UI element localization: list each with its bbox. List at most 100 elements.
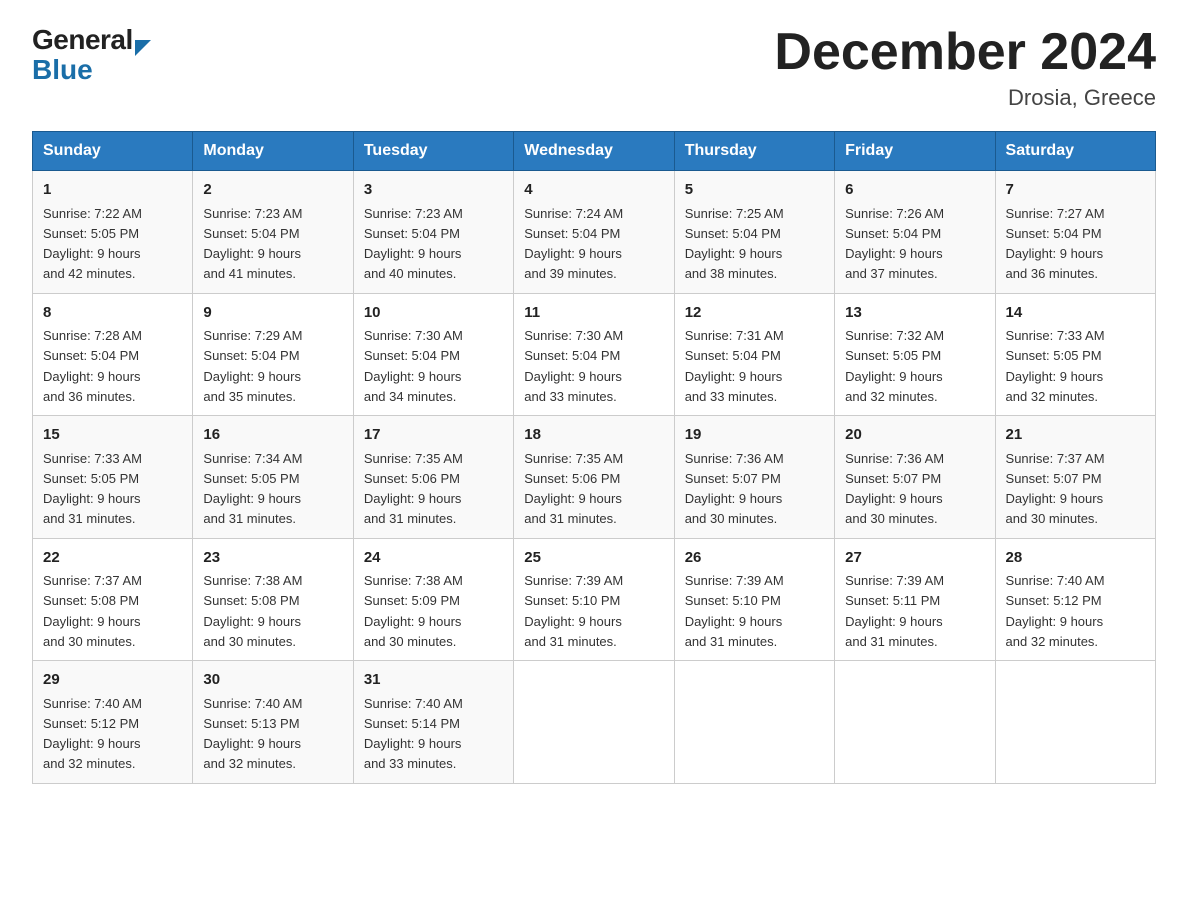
table-row: 15 Sunrise: 7:33 AMSunset: 5:05 PMDaylig… — [33, 416, 193, 539]
day-info: Sunrise: 7:29 AMSunset: 5:04 PMDaylight:… — [203, 328, 302, 404]
day-info: Sunrise: 7:23 AMSunset: 5:04 PMDaylight:… — [364, 206, 463, 282]
day-info: Sunrise: 7:37 AMSunset: 5:07 PMDaylight:… — [1006, 451, 1105, 527]
table-row: 21 Sunrise: 7:37 AMSunset: 5:07 PMDaylig… — [995, 416, 1155, 539]
table-row — [835, 661, 995, 784]
title-block: December 2024 Drosia, Greece — [774, 24, 1156, 111]
table-row: 27 Sunrise: 7:39 AMSunset: 5:11 PMDaylig… — [835, 538, 995, 661]
day-info: Sunrise: 7:26 AMSunset: 5:04 PMDaylight:… — [845, 206, 944, 282]
day-number: 24 — [364, 547, 503, 570]
day-number: 27 — [845, 547, 984, 570]
col-friday: Friday — [835, 132, 995, 171]
col-tuesday: Tuesday — [353, 132, 513, 171]
table-row: 4 Sunrise: 7:24 AMSunset: 5:04 PMDayligh… — [514, 171, 674, 294]
day-info: Sunrise: 7:30 AMSunset: 5:04 PMDaylight:… — [524, 328, 623, 404]
table-row: 8 Sunrise: 7:28 AMSunset: 5:04 PMDayligh… — [33, 293, 193, 416]
day-info: Sunrise: 7:36 AMSunset: 5:07 PMDaylight:… — [685, 451, 784, 527]
table-row: 20 Sunrise: 7:36 AMSunset: 5:07 PMDaylig… — [835, 416, 995, 539]
col-wednesday: Wednesday — [514, 132, 674, 171]
day-info: Sunrise: 7:35 AMSunset: 5:06 PMDaylight:… — [364, 451, 463, 527]
day-number: 28 — [1006, 547, 1145, 570]
day-number: 4 — [524, 179, 663, 202]
day-info: Sunrise: 7:31 AMSunset: 5:04 PMDaylight:… — [685, 328, 784, 404]
day-info: Sunrise: 7:23 AMSunset: 5:04 PMDaylight:… — [203, 206, 302, 282]
day-number: 5 — [685, 179, 824, 202]
day-number: 20 — [845, 424, 984, 447]
table-row: 26 Sunrise: 7:39 AMSunset: 5:10 PMDaylig… — [674, 538, 834, 661]
table-row: 23 Sunrise: 7:38 AMSunset: 5:08 PMDaylig… — [193, 538, 353, 661]
day-info: Sunrise: 7:30 AMSunset: 5:04 PMDaylight:… — [364, 328, 463, 404]
day-number: 7 — [1006, 179, 1145, 202]
table-row: 6 Sunrise: 7:26 AMSunset: 5:04 PMDayligh… — [835, 171, 995, 294]
table-row: 13 Sunrise: 7:32 AMSunset: 5:05 PMDaylig… — [835, 293, 995, 416]
calendar-table: Sunday Monday Tuesday Wednesday Thursday… — [32, 131, 1156, 784]
day-info: Sunrise: 7:39 AMSunset: 5:10 PMDaylight:… — [685, 573, 784, 649]
table-row: 18 Sunrise: 7:35 AMSunset: 5:06 PMDaylig… — [514, 416, 674, 539]
day-number: 6 — [845, 179, 984, 202]
day-number: 2 — [203, 179, 342, 202]
table-row: 31 Sunrise: 7:40 AMSunset: 5:14 PMDaylig… — [353, 661, 513, 784]
table-row: 30 Sunrise: 7:40 AMSunset: 5:13 PMDaylig… — [193, 661, 353, 784]
calendar-week-row: 8 Sunrise: 7:28 AMSunset: 5:04 PMDayligh… — [33, 293, 1156, 416]
table-row: 3 Sunrise: 7:23 AMSunset: 5:04 PMDayligh… — [353, 171, 513, 294]
day-info: Sunrise: 7:22 AMSunset: 5:05 PMDaylight:… — [43, 206, 142, 282]
table-row: 19 Sunrise: 7:36 AMSunset: 5:07 PMDaylig… — [674, 416, 834, 539]
table-row: 29 Sunrise: 7:40 AMSunset: 5:12 PMDaylig… — [33, 661, 193, 784]
table-row — [995, 661, 1155, 784]
day-number: 12 — [685, 302, 824, 325]
day-number: 17 — [364, 424, 503, 447]
day-info: Sunrise: 7:40 AMSunset: 5:12 PMDaylight:… — [1006, 573, 1105, 649]
table-row — [674, 661, 834, 784]
day-number: 18 — [524, 424, 663, 447]
col-thursday: Thursday — [674, 132, 834, 171]
day-number: 16 — [203, 424, 342, 447]
day-info: Sunrise: 7:37 AMSunset: 5:08 PMDaylight:… — [43, 573, 142, 649]
table-row: 1 Sunrise: 7:22 AMSunset: 5:05 PMDayligh… — [33, 171, 193, 294]
day-info: Sunrise: 7:34 AMSunset: 5:05 PMDaylight:… — [203, 451, 302, 527]
day-number: 25 — [524, 547, 663, 570]
day-number: 1 — [43, 179, 182, 202]
logo-blue-text: Blue — [32, 54, 93, 85]
table-row: 5 Sunrise: 7:25 AMSunset: 5:04 PMDayligh… — [674, 171, 834, 294]
day-number: 15 — [43, 424, 182, 447]
day-number: 13 — [845, 302, 984, 325]
day-number: 8 — [43, 302, 182, 325]
day-info: Sunrise: 7:40 AMSunset: 5:14 PMDaylight:… — [364, 696, 463, 772]
table-row: 17 Sunrise: 7:35 AMSunset: 5:06 PMDaylig… — [353, 416, 513, 539]
page-title: December 2024 — [774, 24, 1156, 81]
calendar-week-row: 29 Sunrise: 7:40 AMSunset: 5:12 PMDaylig… — [33, 661, 1156, 784]
day-number: 29 — [43, 669, 182, 692]
page-location: Drosia, Greece — [774, 85, 1156, 111]
calendar-week-row: 15 Sunrise: 7:33 AMSunset: 5:05 PMDaylig… — [33, 416, 1156, 539]
day-info: Sunrise: 7:39 AMSunset: 5:10 PMDaylight:… — [524, 573, 623, 649]
table-row — [514, 661, 674, 784]
day-number: 23 — [203, 547, 342, 570]
day-number: 22 — [43, 547, 182, 570]
day-number: 31 — [364, 669, 503, 692]
day-number: 26 — [685, 547, 824, 570]
calendar-week-row: 22 Sunrise: 7:37 AMSunset: 5:08 PMDaylig… — [33, 538, 1156, 661]
day-info: Sunrise: 7:28 AMSunset: 5:04 PMDaylight:… — [43, 328, 142, 404]
table-row: 28 Sunrise: 7:40 AMSunset: 5:12 PMDaylig… — [995, 538, 1155, 661]
day-info: Sunrise: 7:33 AMSunset: 5:05 PMDaylight:… — [1006, 328, 1105, 404]
table-row: 12 Sunrise: 7:31 AMSunset: 5:04 PMDaylig… — [674, 293, 834, 416]
col-monday: Monday — [193, 132, 353, 171]
calendar-header-row: Sunday Monday Tuesday Wednesday Thursday… — [33, 132, 1156, 171]
logo-general-text: General — [32, 24, 133, 56]
day-number: 11 — [524, 302, 663, 325]
day-number: 19 — [685, 424, 824, 447]
table-row: 9 Sunrise: 7:29 AMSunset: 5:04 PMDayligh… — [193, 293, 353, 416]
table-row: 14 Sunrise: 7:33 AMSunset: 5:05 PMDaylig… — [995, 293, 1155, 416]
day-info: Sunrise: 7:35 AMSunset: 5:06 PMDaylight:… — [524, 451, 623, 527]
day-info: Sunrise: 7:38 AMSunset: 5:09 PMDaylight:… — [364, 573, 463, 649]
day-number: 10 — [364, 302, 503, 325]
table-row: 2 Sunrise: 7:23 AMSunset: 5:04 PMDayligh… — [193, 171, 353, 294]
day-number: 21 — [1006, 424, 1145, 447]
day-info: Sunrise: 7:38 AMSunset: 5:08 PMDaylight:… — [203, 573, 302, 649]
day-info: Sunrise: 7:24 AMSunset: 5:04 PMDaylight:… — [524, 206, 623, 282]
table-row: 24 Sunrise: 7:38 AMSunset: 5:09 PMDaylig… — [353, 538, 513, 661]
table-row: 16 Sunrise: 7:34 AMSunset: 5:05 PMDaylig… — [193, 416, 353, 539]
table-row: 25 Sunrise: 7:39 AMSunset: 5:10 PMDaylig… — [514, 538, 674, 661]
day-number: 14 — [1006, 302, 1145, 325]
day-info: Sunrise: 7:25 AMSunset: 5:04 PMDaylight:… — [685, 206, 784, 282]
table-row: 10 Sunrise: 7:30 AMSunset: 5:04 PMDaylig… — [353, 293, 513, 416]
